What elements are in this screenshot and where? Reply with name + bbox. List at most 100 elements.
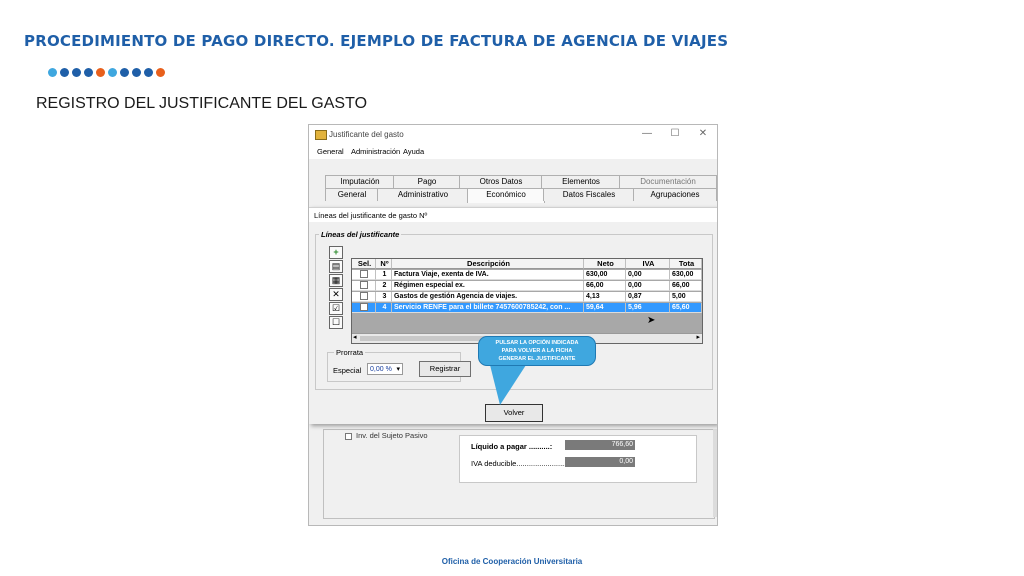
table-row[interactable]: 1 Factura Viaje, exenta de IVA. 630,00 0,00… xyxy=(352,270,702,280)
window-titlebar: Justificante del gasto — ☐ ✕ xyxy=(309,125,717,145)
table-row[interactable]: 4 Servicio RENFE para el billete 74576007… xyxy=(352,303,702,313)
cell-desc: Gastos de gestión Agencia de viajes. xyxy=(392,292,584,302)
menu-administracion[interactable]: Administración xyxy=(351,147,400,156)
callout-line-2: PARA VOLVER A LA FICHA xyxy=(501,348,573,354)
cell-neto: 630,00 xyxy=(584,270,626,280)
group-label: Líneas del justificante xyxy=(319,230,402,239)
delete-icon[interactable]: ✕ xyxy=(329,288,343,301)
col-iva[interactable]: IVA xyxy=(626,259,670,269)
dot xyxy=(48,68,57,77)
dot xyxy=(144,68,153,77)
row-checkbox[interactable] xyxy=(352,270,376,280)
app-icon xyxy=(315,130,327,140)
tab-datos-fiscales[interactable]: Datos Fiscales xyxy=(543,188,635,201)
maximize-icon[interactable]: ☐ xyxy=(667,128,683,139)
table-row[interactable]: 2 Régimen especial ex. 66,00 0,00 66,00 xyxy=(352,281,702,291)
cell-iva: 5,96 xyxy=(626,303,670,313)
decorative-dots xyxy=(48,68,165,77)
checkbox[interactable] xyxy=(360,270,368,279)
callout-line-1: PULSAR LA OPCIÓN INDICADA xyxy=(495,340,579,346)
cell-total: 5,00 xyxy=(670,292,702,302)
cell-neto: 59,64 xyxy=(584,303,626,313)
tab-general[interactable]: General xyxy=(325,188,379,201)
tab-agrupaciones[interactable]: Agrupaciones xyxy=(633,188,717,201)
col-sel[interactable]: Sel. xyxy=(352,259,376,269)
uncheck-all-icon[interactable]: ☐ xyxy=(329,316,343,329)
tab-pago[interactable]: Pago xyxy=(393,175,461,188)
check-all-icon[interactable]: ☑ xyxy=(329,302,343,315)
dot xyxy=(108,68,117,77)
dialog-title: Líneas del justificante de gasto Nº xyxy=(314,211,428,220)
instruction-callout: PULSAR LA OPCIÓN INDICADA PARA VOLVER A … xyxy=(478,336,596,366)
menu-bar: General Administración Ayuda xyxy=(309,145,717,159)
cell-neto: 66,00 xyxy=(584,281,626,291)
scroll-left-icon[interactable]: ◂ xyxy=(353,333,357,341)
footer-text: Oficina de Cooperación Universitaria xyxy=(441,557,583,566)
scroll-right-icon[interactable]: ▸ xyxy=(696,333,700,341)
tab-administrativo[interactable]: Administrativo xyxy=(377,188,469,201)
row-checkbox[interactable] xyxy=(352,303,376,313)
callout-line-3: GENERAR EL JUSTIFICANTE xyxy=(498,356,576,362)
cell-n: 4 xyxy=(376,303,392,313)
volver-button[interactable]: Volver xyxy=(485,404,543,422)
tab-imputacion[interactable]: Imputación xyxy=(325,175,395,188)
especial-label: Especial xyxy=(333,366,362,375)
dot xyxy=(132,68,141,77)
dot xyxy=(60,68,69,77)
callout-pointer xyxy=(490,365,526,405)
inv-checkbox[interactable] xyxy=(345,432,352,440)
tab-elementos[interactable]: Elementos xyxy=(541,175,621,188)
cell-desc: Servicio RENFE para el billete 745760078… xyxy=(392,303,584,313)
row-checkbox[interactable] xyxy=(352,292,376,302)
tab-economico[interactable]: Económico xyxy=(467,188,545,203)
cell-iva: 0,87 xyxy=(626,292,670,302)
tab-documentacion[interactable]: Documentación xyxy=(619,175,717,188)
checkbox[interactable] xyxy=(360,292,368,301)
registrar-button[interactable]: Registrar xyxy=(419,361,471,377)
grid-header: Sel. Nº Descripción Neto IVA Tota xyxy=(352,259,702,269)
iva-deducible-value: 0,00 xyxy=(565,457,635,467)
col-total[interactable]: Tota xyxy=(670,259,702,269)
slide-title: PROCEDIMIENTO DE PAGO DIRECTO. EJEMPLO D… xyxy=(24,32,729,50)
table-row[interactable]: 3 Gastos de gestión Agencia de viajes. 4,1… xyxy=(352,292,702,302)
cell-total: 65,60 xyxy=(670,303,702,313)
minimize-icon[interactable]: — xyxy=(639,128,655,139)
close-icon[interactable]: ✕ xyxy=(695,128,711,139)
dot xyxy=(156,68,165,77)
liquido-label: Líquido a pagar ..........: xyxy=(471,442,553,451)
lineas-grid: Sel. Nº Descripción Neto IVA Tota 1 Factu… xyxy=(351,258,703,344)
checkbox[interactable] xyxy=(360,303,368,312)
cell-n: 1 xyxy=(376,270,392,280)
application-screenshot: Justificante del gasto — ☐ ✕ General Adm… xyxy=(308,124,718,526)
cell-desc: Régimen especial ex. xyxy=(392,281,584,291)
cell-total: 66,00 xyxy=(670,281,702,291)
row-checkbox[interactable] xyxy=(352,281,376,291)
dot xyxy=(72,68,81,77)
liquido-value: 766,60 xyxy=(565,440,635,450)
open-folder-icon[interactable]: ▦ xyxy=(329,274,343,287)
cell-iva: 0,00 xyxy=(626,270,670,280)
cell-total: 630,00 xyxy=(670,270,702,280)
col-neto[interactable]: Neto xyxy=(584,259,626,269)
edit-icon[interactable]: ▤ xyxy=(329,260,343,273)
cell-neto: 4,13 xyxy=(584,292,626,302)
inv-label: Inv. del Sujeto Pasivo xyxy=(356,431,428,440)
cell-n: 3 xyxy=(376,292,392,302)
col-descripcion[interactable]: Descripción xyxy=(392,259,584,269)
dot xyxy=(84,68,93,77)
window-title: Justificante del gasto xyxy=(329,130,404,139)
chevron-down-icon[interactable]: ▾ xyxy=(396,364,400,376)
mouse-cursor-icon: ➤ xyxy=(647,315,656,326)
menu-general[interactable]: General xyxy=(317,147,344,156)
side-scrollbar[interactable] xyxy=(713,429,717,517)
especial-combo[interactable]: 0,00 % ▾ xyxy=(367,363,403,375)
iva-deducible-label: IVA deducible......................... xyxy=(471,459,569,468)
checkbox[interactable] xyxy=(360,281,368,290)
col-n[interactable]: Nº xyxy=(376,259,392,269)
inv-sujeto-pasivo[interactable]: Inv. del Sujeto Pasivo xyxy=(345,431,428,440)
cell-n: 2 xyxy=(376,281,392,291)
tab-otros-datos[interactable]: Otros Datos xyxy=(459,175,543,188)
cell-iva: 0,00 xyxy=(626,281,670,291)
menu-ayuda[interactable]: Ayuda xyxy=(403,147,424,156)
add-icon[interactable]: + xyxy=(329,246,343,259)
